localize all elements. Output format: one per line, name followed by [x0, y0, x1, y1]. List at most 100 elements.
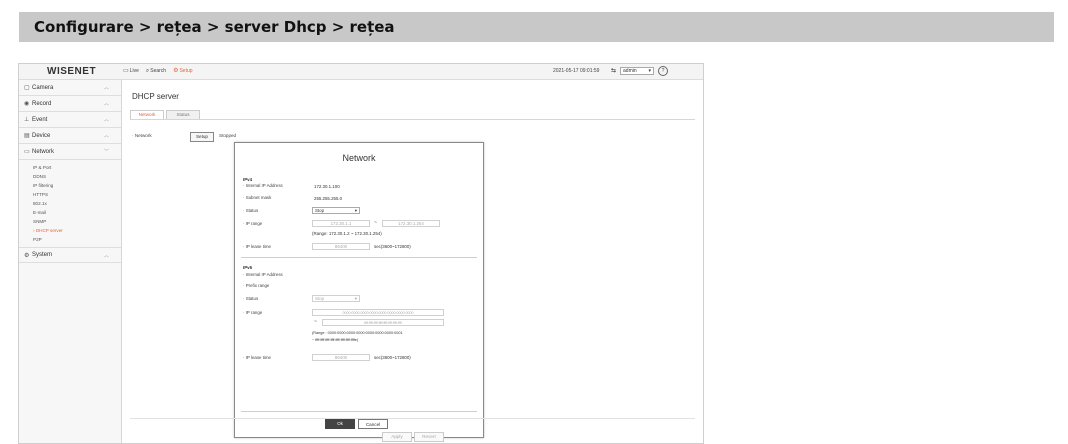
ipv4-status-label-text: Status	[245, 208, 259, 213]
ipv6-lease-label: · IP lease time	[243, 355, 271, 360]
sidebar-item-record[interactable]: ◉ Record ︿	[19, 96, 121, 112]
bottom-divider	[130, 418, 695, 419]
ipv4-internal-ip-label-text: Internal IP Address	[245, 183, 283, 188]
ipv6-internal-ip-label: · Internal IP Address	[243, 272, 283, 277]
revert-button[interactable]: Revert	[414, 432, 444, 442]
chevron-down-icon: ﹀	[103, 149, 109, 155]
sidebar-item-system[interactable]: ⚙ System ︿	[19, 247, 121, 263]
chevron-up-icon: ︿	[103, 101, 109, 107]
sidebar-item-8021x[interactable]: 802.1x	[19, 199, 121, 208]
ipv4-subnet-label-text: Subnet mask	[245, 195, 272, 200]
ipv6-range-start-input[interactable]: 0000:0000:0000:0000:0000:0000:0000:0000	[312, 309, 444, 316]
help-icon[interactable]: ?	[658, 66, 669, 76]
sidebar-item-label: Network	[32, 148, 55, 155]
ipv6-lease-input[interactable]: 86400	[312, 354, 370, 361]
network-dialog: Network IPv4 · Internal IP Address 172.3…	[234, 142, 484, 438]
network-icon: ▭	[24, 149, 30, 155]
tab-network[interactable]: Network	[130, 110, 164, 119]
ipv4-lease-label: · IP lease time	[243, 244, 271, 249]
ipv4-ip-range-label-text: IP range	[245, 221, 263, 226]
tab-status[interactable]: Status	[166, 110, 200, 119]
ipv6-status-label-text: Status	[245, 296, 259, 301]
system-icon: ⚙	[24, 252, 30, 259]
user-name: admin	[623, 68, 637, 74]
chevron-up-icon: ︿	[103, 85, 109, 91]
ipv4-lease-unit: sec(3600~172800)	[374, 244, 411, 249]
chevron-up-icon: ︿	[103, 117, 109, 123]
ipv4-range-end-input[interactable]: 172.30.1.254	[382, 220, 440, 227]
sidebar-item-label: System	[32, 252, 53, 258]
ipv4-lease-input[interactable]: 86400	[312, 243, 370, 250]
user-switch-icon[interactable]: ⇆	[611, 68, 616, 74]
top-bar: WISENET ▭ Live ⌕ Search ⚙ Setup 2021-05-…	[19, 64, 703, 80]
ok-button[interactable]: Ok	[325, 419, 355, 429]
tab-divider	[130, 119, 695, 120]
apply-button[interactable]: Apply	[382, 432, 412, 442]
chevron-up-icon: ︿	[103, 133, 109, 139]
chevron-down-icon: ▾	[354, 208, 357, 213]
sidebar-item-label: Device	[32, 132, 51, 139]
ipv6-ip-range-label: · IP range	[243, 310, 263, 315]
sidebar-item-label: Record	[32, 100, 52, 107]
ipv6-status-value: Stop	[315, 296, 325, 301]
ipv4-status-select[interactable]: Stop ▾	[312, 207, 360, 214]
ipv4-lease-label-text: IP lease time	[245, 244, 271, 249]
ipv6-lease-label-text: IP lease time	[245, 355, 271, 360]
nav-live-label: Live	[129, 68, 139, 74]
gear-icon: ⚙	[173, 68, 179, 74]
sidebar-item-snmp[interactable]: SNMP	[19, 217, 121, 226]
ipv4-internal-ip-value: 172.30.1.100	[314, 184, 340, 189]
sidebar-item-network[interactable]: ▭ Network ﹀	[19, 144, 121, 160]
user-area: ⇆ admin ▾ ?	[611, 66, 669, 76]
ipv6-status-label: · Status	[243, 296, 259, 301]
sidebar-item-label: Camera	[32, 84, 54, 91]
sidebar-item-p2p[interactable]: P2P	[19, 235, 121, 244]
device-icon: ▤	[24, 133, 30, 139]
top-nav: ▭ Live ⌕ Search ⚙ Setup	[123, 68, 193, 74]
ipv4-status-value: Stop	[315, 208, 325, 213]
doc-header: Configurare > rețea > server Dhcp > rețe…	[19, 12, 1054, 42]
sidebar: ▢ Camera ︿ ◉ Record ︿ ⊥ Event ︿ ▤ Device…	[19, 80, 122, 443]
nav-live[interactable]: ▭ Live	[123, 68, 139, 74]
nav-setup-label: Setup	[179, 68, 193, 74]
ipv6-range-hint-2: ~ ffff:ffff:ffff:ffff:ffff:ffff:ffff:fff…	[312, 338, 359, 342]
dialog-title: Network	[342, 153, 376, 163]
sidebar-item-device[interactable]: ▤ Device ︿	[19, 128, 121, 144]
sidebar-item-ip-filtering[interactable]: IP filtering	[19, 181, 121, 190]
chevron-up-icon: ︿	[103, 253, 109, 259]
tab-bar: Network Status	[130, 110, 200, 119]
footer-divider	[241, 411, 477, 412]
sidebar-item-camera[interactable]: ▢ Camera ︿	[19, 80, 121, 96]
sidebar-item-ddns[interactable]: DDNS	[19, 172, 121, 181]
event-icon: ⊥	[24, 117, 30, 123]
main-content: DHCP server Network Status · Network Set…	[122, 80, 703, 443]
sidebar-item-ip-port[interactable]: IP & Port	[19, 163, 121, 172]
ipv6-lease-unit: sec(3600~172800)	[374, 355, 411, 360]
screenshot-frame: WISENET ▭ Live ⌕ Search ⚙ Setup 2021-05-…	[18, 63, 704, 444]
range-separator: ~	[374, 220, 377, 226]
ipv4-range-start-input[interactable]: 172.30.1.1	[312, 220, 370, 227]
nav-setup[interactable]: ⚙ Setup	[173, 68, 192, 74]
ipv6-prefix-label: · Prefix range	[243, 283, 270, 288]
cancel-button[interactable]: Cancel	[358, 419, 388, 429]
setup-button[interactable]: Setup	[190, 132, 214, 142]
ipv6-status-select[interactable]: Stop ▾	[312, 295, 360, 302]
nav-search[interactable]: ⌕ Search	[146, 68, 166, 74]
datetime: 2021-05-17 09:01:59	[553, 68, 600, 74]
sidebar-item-event[interactable]: ⊥ Event ︿	[19, 112, 121, 128]
camera-icon: ▢	[24, 85, 30, 91]
range-separator: ~	[314, 319, 317, 325]
ipv4-range-hint: (Range: 172.30.1.2 ~ 172.30.1.254)	[312, 231, 382, 236]
sidebar-item-email[interactable]: E-mail	[19, 208, 121, 217]
sidebar-item-label: Event	[32, 116, 48, 123]
ipv6-range-hint-1: (Range : 0000:0000:0000:0000:0000:0000:0…	[312, 331, 403, 335]
ipv4-subnet-value: 255.255.255.0	[314, 196, 343, 201]
nav-search-label: Search	[150, 68, 167, 74]
ipv6-range-end-input[interactable]: ffff:ffff:ffff:ffff:ffff:ffff:ffff:ffff	[322, 319, 444, 326]
user-select[interactable]: admin ▾	[620, 67, 655, 75]
sidebar-item-https[interactable]: HTTPS	[19, 190, 121, 199]
sidebar-item-dhcp-server[interactable]: › DHCP server	[19, 226, 121, 235]
monitor-icon: ▭	[123, 68, 129, 74]
ipv6-prefix-label-text: Prefix range	[245, 283, 270, 288]
network-label: · Network	[132, 133, 152, 138]
